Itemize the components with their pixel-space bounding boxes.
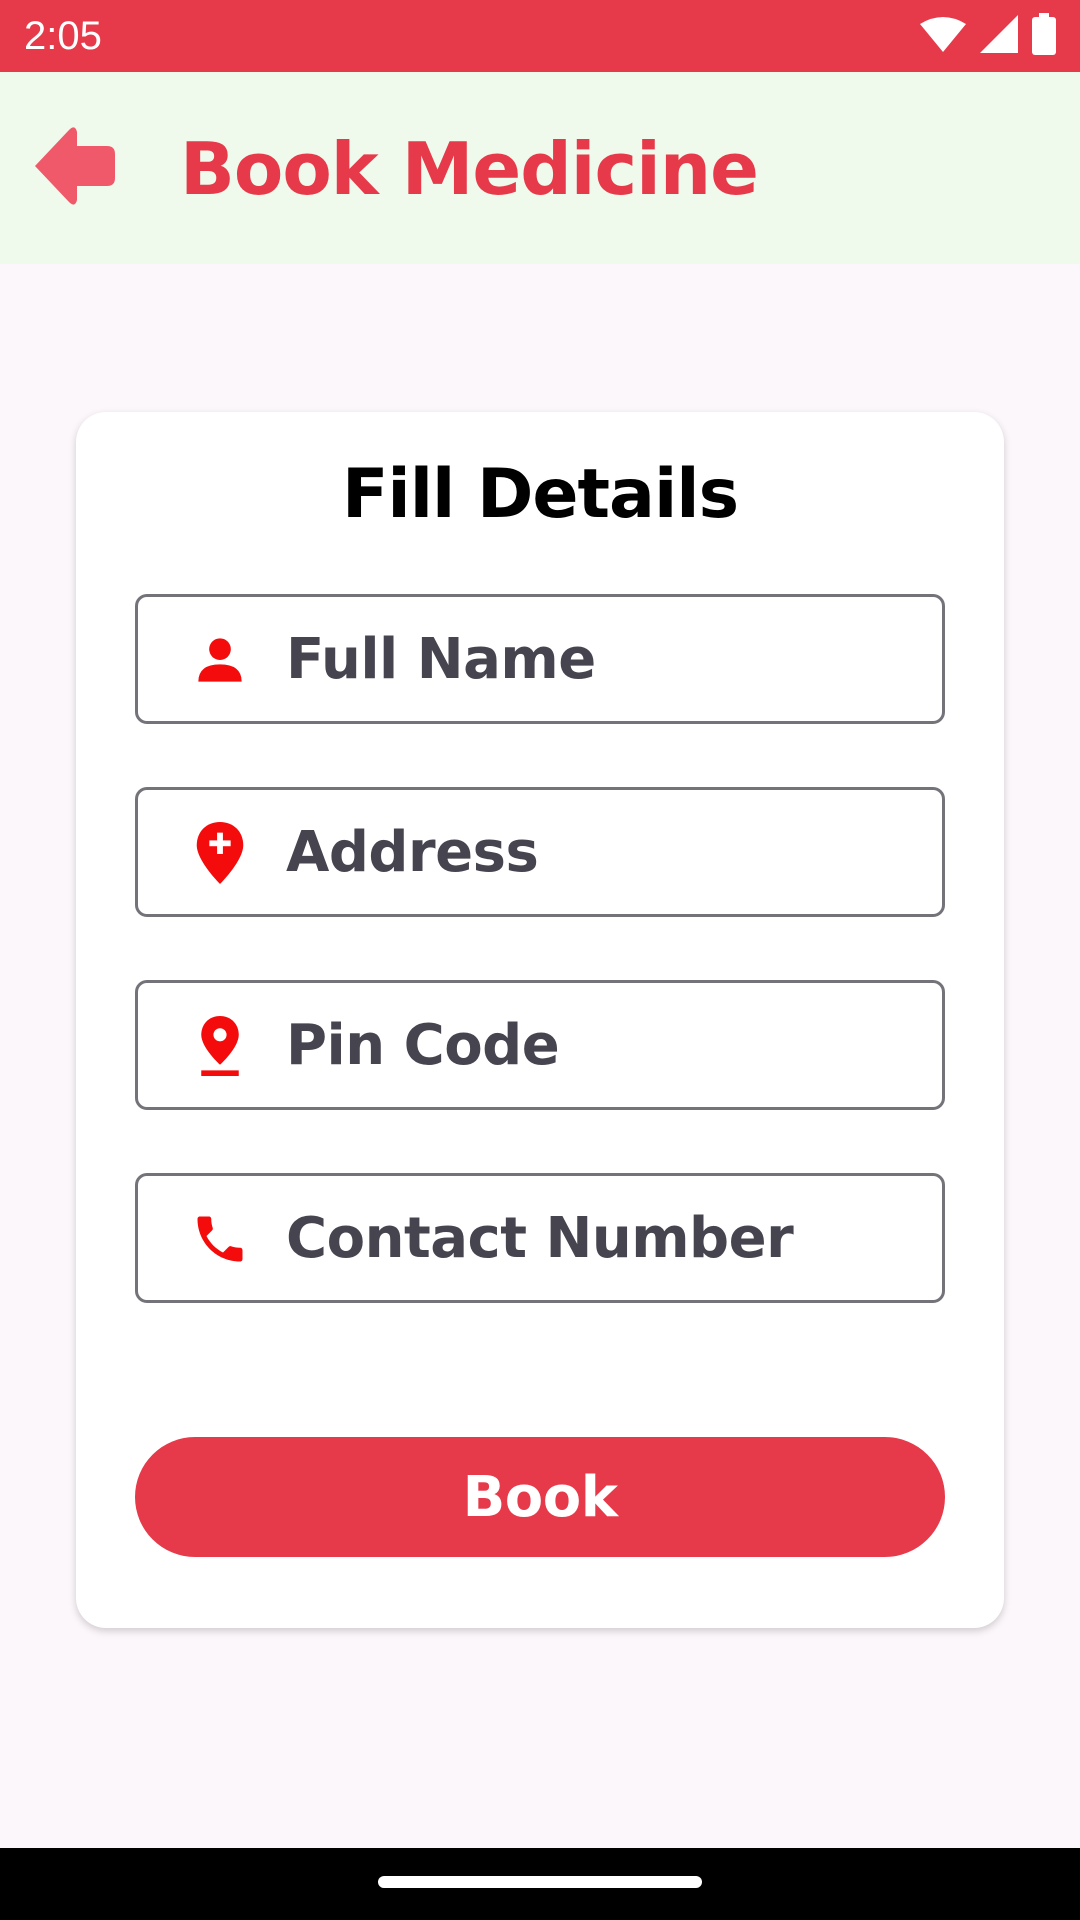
form-title: Fill Details [341, 455, 739, 534]
status-icons [920, 13, 1056, 59]
pin-code-field[interactable]: Pin Code [135, 980, 945, 1110]
pin-drop-icon [190, 1016, 250, 1076]
contact-number-placeholder: Contact Number [286, 1206, 794, 1271]
location-plus-icon [190, 822, 250, 884]
contact-number-field[interactable]: Contact Number [135, 1173, 945, 1303]
status-bar: 2:05 [0, 0, 1080, 72]
book-button[interactable]: Book [135, 1437, 945, 1557]
full-name-field[interactable]: Full Name [135, 594, 945, 724]
home-handle[interactable] [378, 1876, 702, 1888]
battery-icon [1032, 13, 1056, 59]
back-arrow-icon [29, 124, 119, 212]
app-bar: Book Medicine [0, 72, 1080, 264]
page-title: Book Medicine [180, 127, 759, 211]
full-name-placeholder: Full Name [286, 627, 596, 692]
address-field[interactable]: Address [135, 787, 945, 917]
back-button[interactable] [28, 122, 120, 214]
signal-icon [980, 15, 1018, 57]
book-button-label: Book [462, 1464, 618, 1530]
person-icon [190, 630, 250, 690]
wifi-icon [920, 16, 966, 56]
booking-form-card: Fill Details Full Name Address Pin Code [76, 412, 1004, 1628]
status-time: 2:05 [24, 14, 102, 58]
navigation-bar [0, 1848, 1080, 1920]
phone-icon [190, 1209, 250, 1269]
pin-code-placeholder: Pin Code [286, 1013, 560, 1078]
address-placeholder: Address [286, 820, 539, 885]
